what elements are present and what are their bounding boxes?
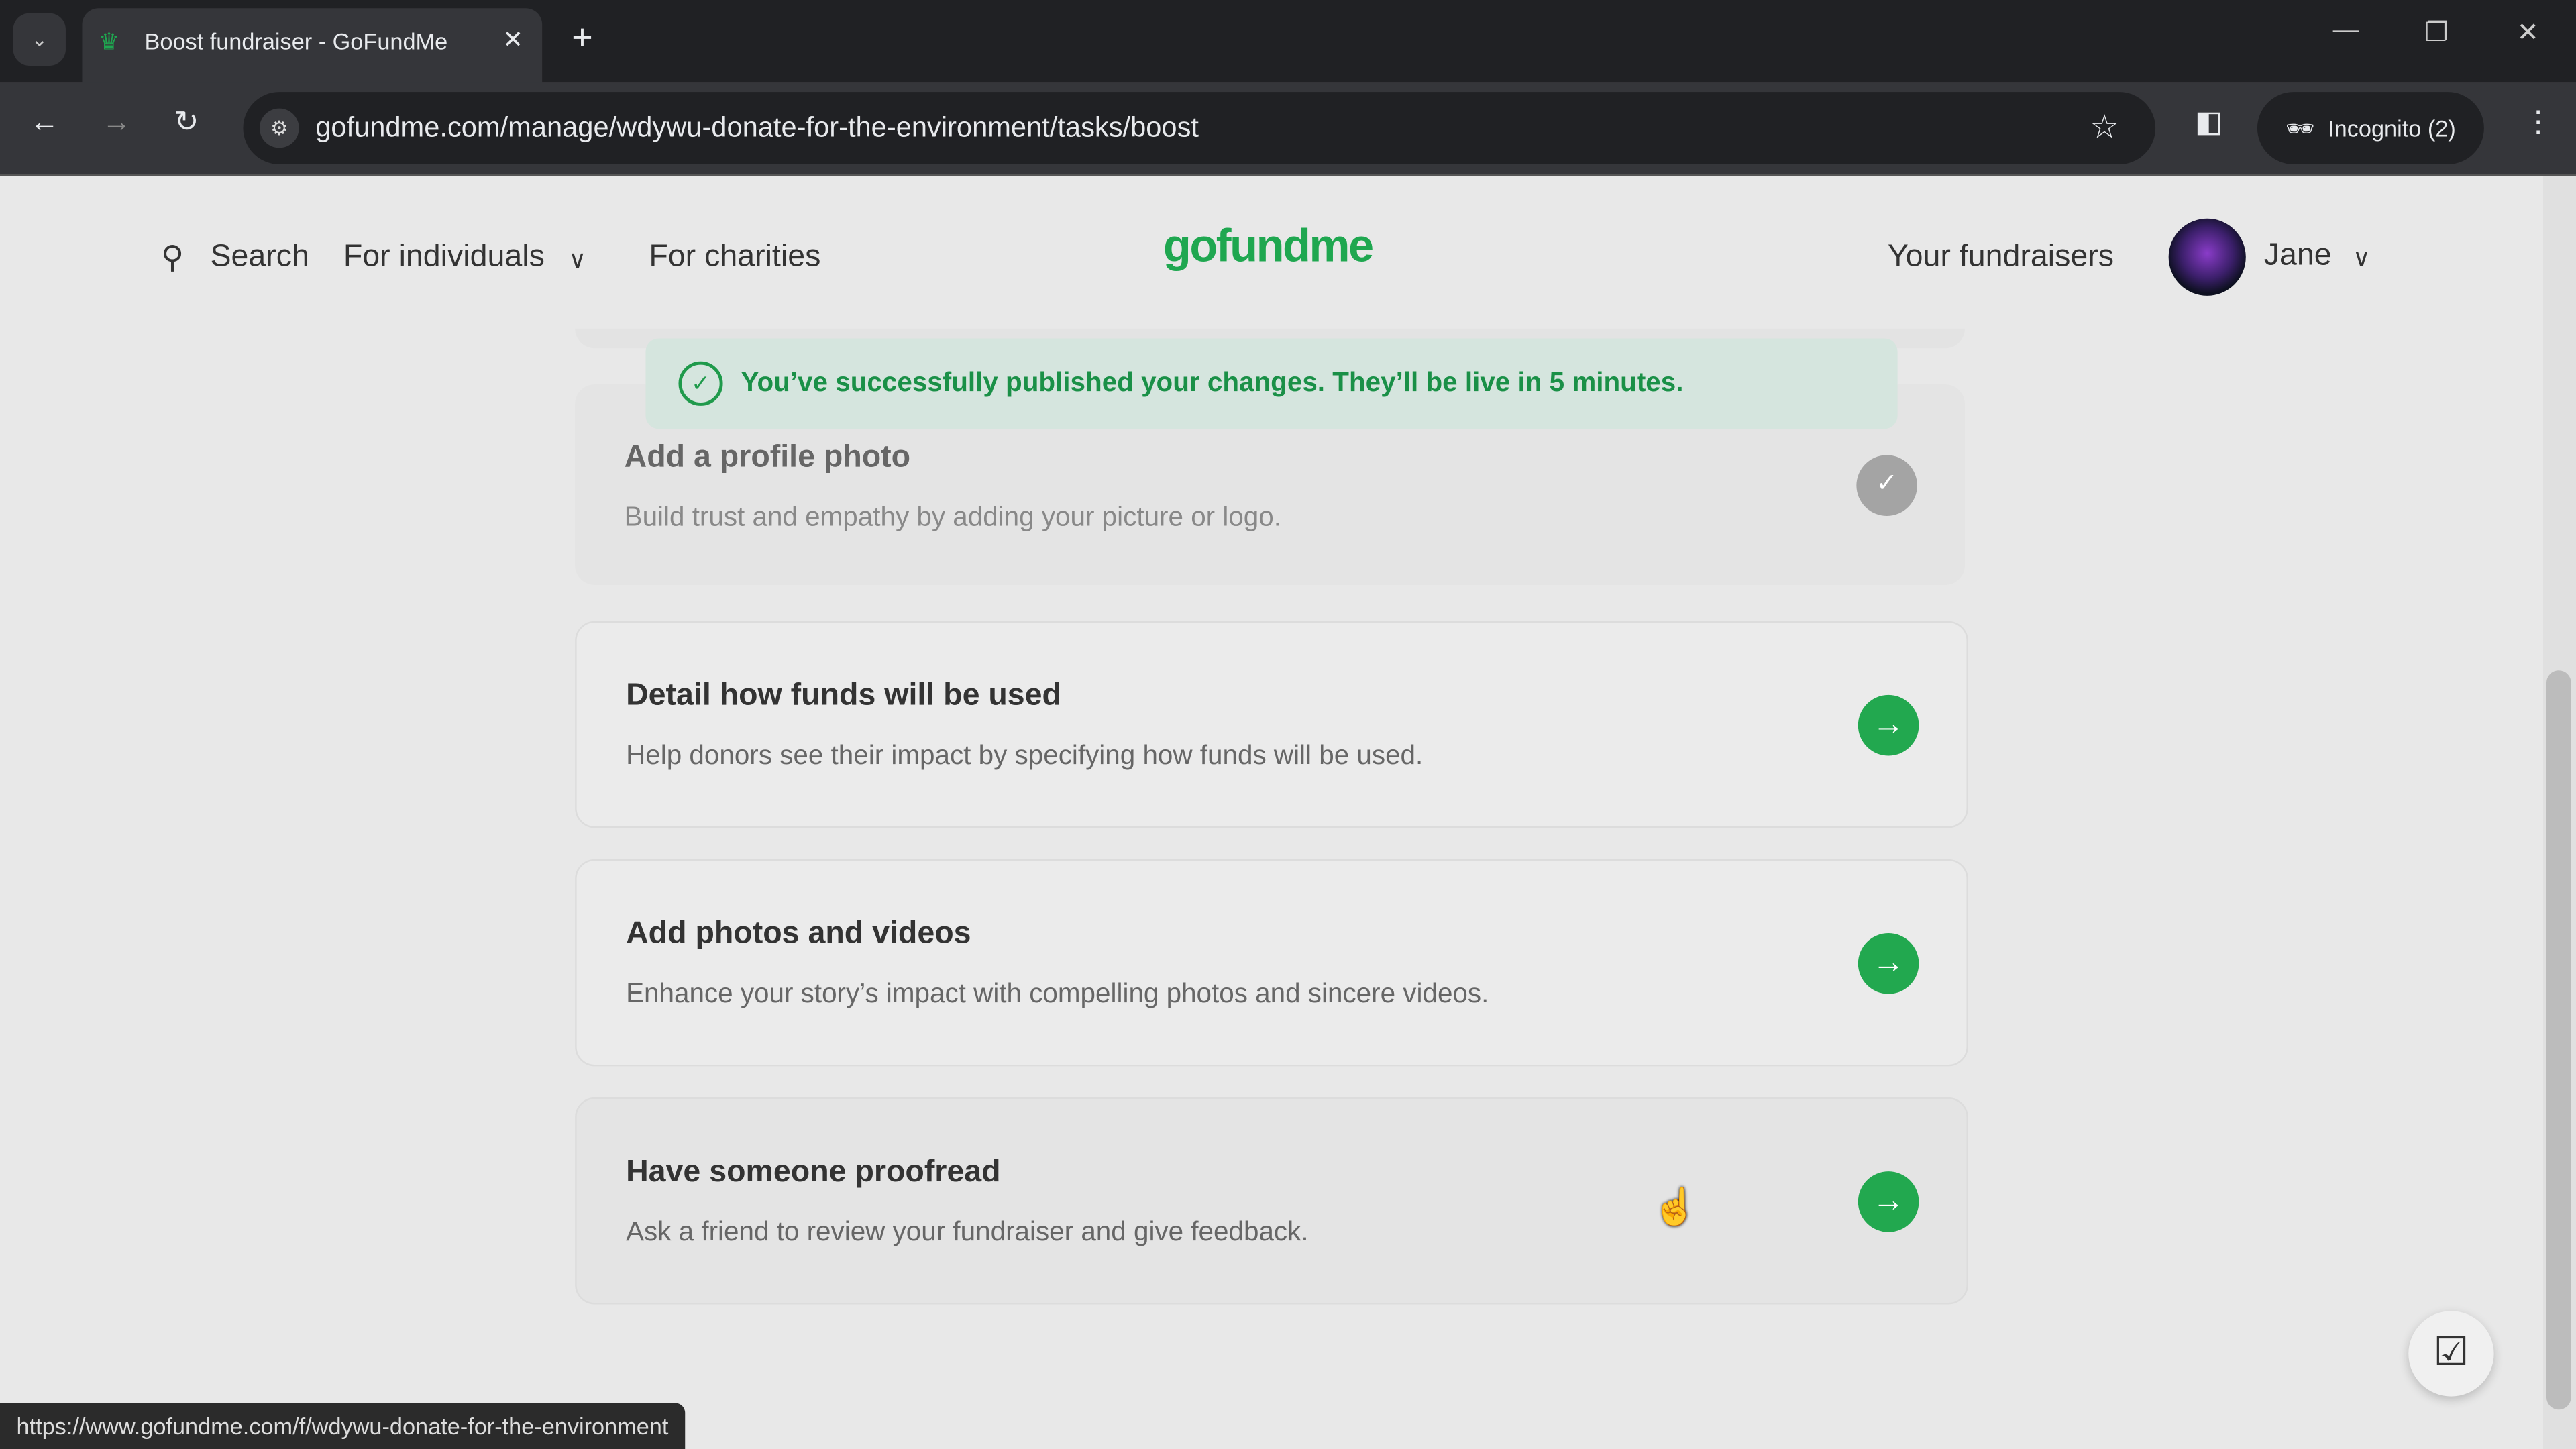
hand-cursor-icon: ☝ (1652, 1186, 1698, 1228)
toast-message: You’ve successfully published your chang… (741, 368, 1684, 398)
search-icon[interactable]: ⚲ (161, 240, 184, 278)
help-checklist-icon[interactable]: ☑ (2408, 1311, 2494, 1397)
for-individuals-menu[interactable]: For individuals (343, 240, 545, 276)
task-card[interactable]: Detail how funds will be used Help donor… (575, 621, 1968, 828)
your-fundraisers-link[interactable]: Your fundraisers (1888, 240, 2114, 276)
browser-tab[interactable]: ♛ Boost fundraiser - GoFundMe ✕ (82, 8, 543, 83)
task-description: Enhance your story’s impact with compell… (626, 979, 1489, 1009)
task-title: Have someone proofread (626, 1155, 1001, 1190)
user-name[interactable]: Jane (2264, 238, 2332, 274)
check-circle-icon: ✓ (678, 361, 723, 406)
task-card[interactable]: Have someone proofread Ask a friend to r… (575, 1097, 1968, 1305)
minimize-icon[interactable]: — (2333, 16, 2359, 46)
incognito-icon: 🕶 (2286, 114, 2315, 141)
tab-bar: ⌄ ♛ Boost fundraiser - GoFundMe ✕ + — ❐ … (0, 0, 2576, 83)
status-bar-url: https://www.gofundme.com/f/wdywu-donate-… (0, 1403, 685, 1449)
for-charities-link[interactable]: For charities (649, 240, 820, 276)
url-text[interactable]: gofundme.com/manage/wdywu-donate-for-the… (315, 112, 1199, 145)
browser-toolbar: ← → ↻ ⚙ gofundme.com/manage/wdywu-donate… (0, 82, 2576, 176)
tab-search-button[interactable]: ⌄ (13, 13, 66, 66)
task-title: Add a profile photo (624, 440, 911, 475)
close-tab-icon[interactable]: ✕ (502, 25, 523, 54)
success-toast: ✓ You’ve successfully published your cha… (645, 338, 1898, 429)
tab-title: Boost fundraiser - GoFundMe (144, 28, 448, 54)
avatar[interactable] (2168, 218, 2246, 296)
scrollbar-thumb[interactable] (2546, 670, 2571, 1410)
reload-icon[interactable]: ↻ (174, 105, 199, 140)
new-tab-icon[interactable]: + (572, 16, 592, 59)
forward-icon[interactable]: → (102, 105, 131, 140)
arrow-right-icon[interactable]: → (1858, 933, 1919, 994)
task-description: Help donors see their impact by specifyi… (626, 741, 1424, 771)
task-description: Ask a friend to review your fundraiser a… (626, 1217, 1309, 1247)
restore-icon[interactable]: ❐ (2425, 16, 2449, 49)
chevron-down-icon[interactable]: ∨ (2353, 243, 2371, 273)
arrow-right-icon[interactable]: → (1858, 1171, 1919, 1232)
task-card[interactable]: Add photos and videos Enhance your story… (575, 859, 1968, 1067)
gofundme-logo[interactable]: gofundme (1163, 220, 1374, 272)
arrow-right-icon[interactable]: → (1858, 694, 1919, 756)
site-settings-icon[interactable]: ⚙ (259, 108, 299, 148)
close-window-icon[interactable]: ✕ (2517, 16, 2539, 49)
task-title: Detail how funds will be used (626, 678, 1062, 713)
back-icon[interactable]: ← (30, 105, 59, 140)
side-panel-icon[interactable]: ◧ (2195, 105, 2223, 140)
task-description: Build trust and empathy by adding your p… (624, 502, 1281, 533)
checkmark-icon: ✓ (1856, 455, 1917, 516)
chevron-down-icon[interactable]: ∨ (568, 245, 586, 274)
menu-icon[interactable]: ⋮ (2524, 105, 2553, 140)
task-title: Add photos and videos (626, 916, 971, 951)
incognito-button[interactable]: 🕶 Incognito (2) (2257, 92, 2484, 164)
incognito-label: Incognito (2) (2328, 115, 2456, 142)
gofundme-favicon-icon: ♛ (98, 28, 119, 54)
search-link[interactable]: Search (210, 240, 309, 276)
bookmark-star-icon[interactable]: ☆ (2090, 107, 2119, 148)
address-bar[interactable]: ⚙ gofundme.com/manage/wdywu-donate-for-t… (243, 92, 2156, 164)
